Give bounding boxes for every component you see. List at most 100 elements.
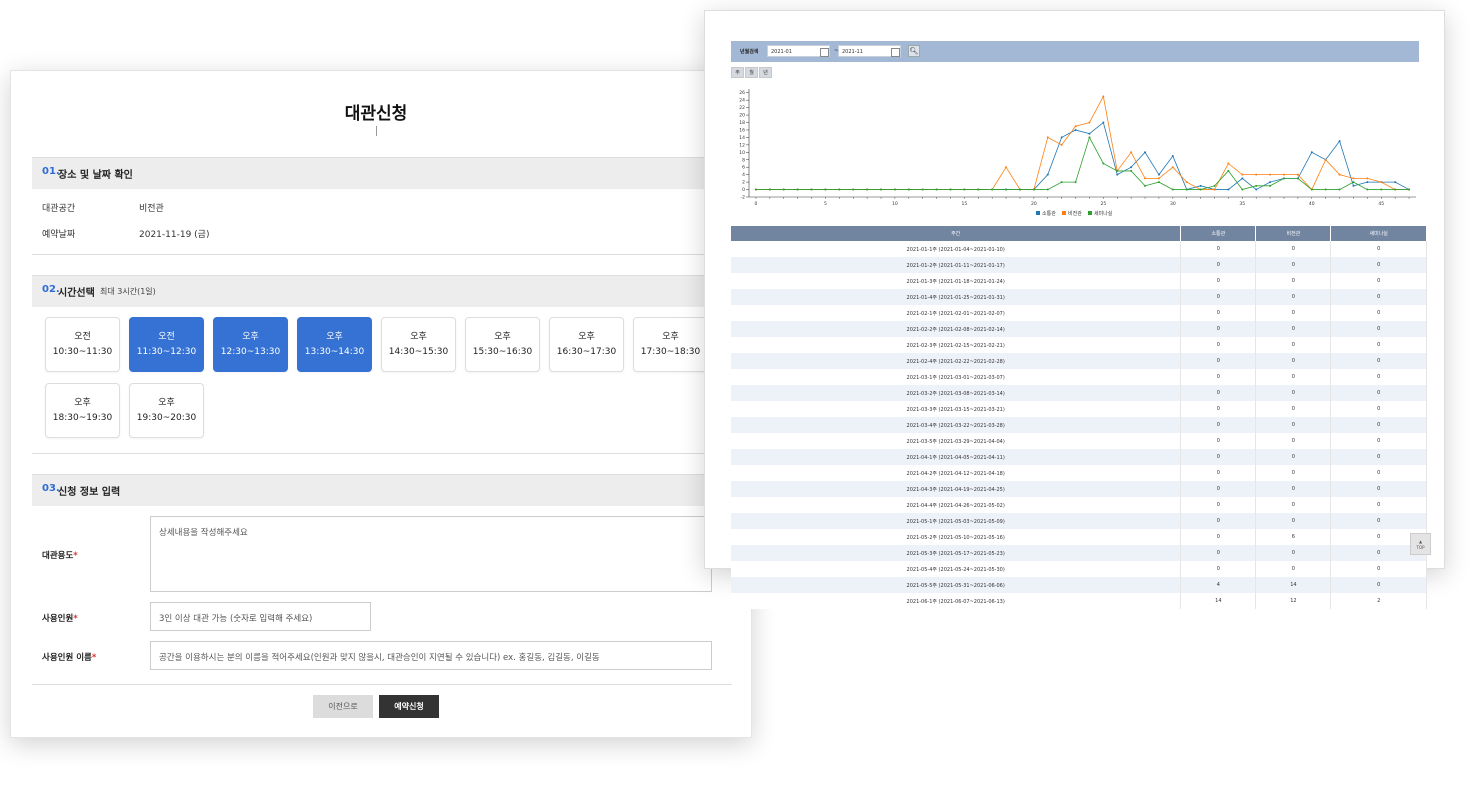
time-slot[interactable]: 오후 16:30~17:30: [549, 317, 624, 372]
table-cell: 6: [1255, 529, 1332, 545]
to-date-input[interactable]: 2021-11: [838, 45, 901, 57]
data-point: [935, 188, 938, 191]
x-tick-label: 5: [824, 201, 827, 207]
date-search-bar: 년월검색 2021-01 ~ 2021-11 🔍︎: [731, 41, 1419, 62]
calendar-icon[interactable]: [891, 48, 900, 57]
table-row: 2021-05-5주 (2021-05-31~2021-06-06) 4 14 0: [731, 577, 1427, 593]
table-cell: 0: [1330, 465, 1427, 481]
data-point: [1157, 177, 1160, 180]
table-cell: 0: [1255, 369, 1332, 385]
data-point: [1366, 181, 1369, 184]
data-point: [1241, 173, 1244, 176]
table-row: 2021-01-1주 (2021-01-04~2021-01-10) 0 0 0: [731, 241, 1427, 257]
table-cell: 0: [1330, 449, 1427, 465]
table-cell: 0: [1255, 465, 1332, 481]
legend-swatch: [1088, 211, 1092, 215]
y-tick-label: 14: [739, 135, 745, 141]
data-point: [1060, 143, 1063, 146]
table-cell: 0: [1330, 417, 1427, 433]
scroll-top-button[interactable]: ▲ TOP: [1410, 533, 1431, 555]
table-cell: 0: [1330, 401, 1427, 417]
data-point: [1185, 181, 1188, 184]
x-tick-label: 40: [1309, 201, 1315, 207]
y-tick-label: 10: [739, 150, 745, 156]
time-slot-period: 오후: [158, 398, 175, 408]
data-point: [1366, 188, 1369, 191]
reservation-form-panel: 대관신청 01. 장소 및 날짜 확인 대관공간 비전관 예약날짜 2021-1…: [10, 70, 752, 738]
table-cell: 0: [1255, 305, 1332, 321]
table-cell: 0: [1180, 273, 1257, 289]
series-line-2: [755, 136, 1410, 191]
time-slot[interactable]: 오후 15:30~16:30: [465, 317, 540, 372]
submit-button[interactable]: 예약신청: [379, 695, 439, 718]
data-point: [1018, 188, 1021, 191]
tab-week[interactable]: 주: [731, 67, 744, 78]
data-point: [1088, 136, 1091, 139]
tab-month[interactable]: 월: [745, 67, 758, 78]
table-cell: 0: [1180, 305, 1257, 321]
data-point: [1255, 173, 1258, 176]
purpose-textarea[interactable]: 상세내용을 작성해주세요: [150, 516, 712, 592]
table-cell: 0: [1180, 449, 1257, 465]
data-point: [1269, 181, 1272, 184]
data-point: [1394, 181, 1397, 184]
table-cell: 2021-02-1주 (2021-02-01~2021-02-07): [731, 305, 1182, 321]
table-cell: 4: [1180, 577, 1257, 593]
data-point: [907, 188, 910, 191]
table-cell: 2021-05-3주 (2021-05-17~2021-05-23): [731, 545, 1182, 561]
from-date-input[interactable]: 2021-01: [767, 45, 830, 57]
table-cell: 0: [1330, 433, 1427, 449]
tab-year[interactable]: 년: [759, 67, 772, 78]
time-slot[interactable]: 오후 14:30~15:30: [381, 317, 456, 372]
table-row: 2021-03-4주 (2021-03-22~2021-03-28) 0 0 0: [731, 417, 1427, 433]
table-cell: 2021-03-2주 (2021-03-08~2021-03-14): [731, 385, 1182, 401]
search-icon[interactable]: 🔍︎: [908, 45, 920, 57]
prev-button[interactable]: 이전으로: [313, 695, 373, 718]
time-slot[interactable]: 오후 19:30~20:30: [129, 383, 204, 438]
date-label: 예약날짜: [42, 230, 76, 240]
names-input[interactable]: 공간을 이용하시는 분의 이름을 적어주세요(인원과 맞지 않을시, 대관승인이…: [150, 641, 712, 670]
data-point: [1046, 188, 1049, 191]
data-point: [1060, 181, 1063, 184]
data-point: [1074, 128, 1077, 131]
table-cell: 2021-04-2주 (2021-04-12~2021-04-18): [731, 465, 1182, 481]
data-point: [1255, 188, 1258, 191]
section-applicant-info: 03. 신청 정보 입력: [32, 474, 732, 506]
data-point: [1130, 166, 1133, 169]
table-cell: 2021-05-1주 (2021-05-03~2021-05-09): [731, 513, 1182, 529]
time-slot[interactable]: 오후 12:30~13:30: [213, 317, 288, 372]
table-header-cell: 비전관: [1255, 226, 1332, 241]
time-slot[interactable]: 오후 18:30~19:30: [45, 383, 120, 438]
time-slot[interactable]: 오전 10:30~11:30: [45, 317, 120, 372]
table-row: 2021-03-5주 (2021-03-29~2021-04-04) 0 0 0: [731, 433, 1427, 449]
table-row: 2021-02-3주 (2021-02-15~2021-02-21) 0 0 0: [731, 337, 1427, 353]
data-point: [768, 188, 771, 191]
table-cell: 2021-04-4주 (2021-04-26~2021-05-02): [731, 497, 1182, 513]
data-point: [1005, 188, 1008, 191]
table-cell: 0: [1330, 369, 1427, 385]
table-cell: 0: [1255, 289, 1332, 305]
time-slot[interactable]: 오후 13:30~14:30: [297, 317, 372, 372]
table-cell: 2021-06-1주 (2021-06-07~2021-06-13): [731, 593, 1182, 609]
count-input[interactable]: 3인 이상 대관 가능 (숫자로 입력해 주세요): [150, 602, 371, 631]
y-tick-label: 20: [739, 113, 745, 119]
table-header-cell: 새미나실: [1330, 226, 1427, 241]
table-cell: 2021-05-5주 (2021-05-31~2021-06-06): [731, 577, 1182, 593]
data-point: [852, 188, 855, 191]
table-cell: 0: [1255, 449, 1332, 465]
table-row: 2021-03-2주 (2021-03-08~2021-03-14) 0 0 0: [731, 385, 1427, 401]
table-row: 2021-01-3주 (2021-01-18~2021-01-24) 0 0 0: [731, 273, 1427, 289]
time-slot[interactable]: 오후 17:30~18:30: [633, 317, 708, 372]
table-cell: 2021-03-4주 (2021-03-22~2021-03-28): [731, 417, 1182, 433]
time-slot[interactable]: 오전 11:30~12:30: [129, 317, 204, 372]
section-subtitle: 최대 3시간(1일): [100, 287, 156, 296]
table-cell: 14: [1255, 577, 1332, 593]
table-cell: 2021-04-3주 (2021-04-19~2021-04-25): [731, 481, 1182, 497]
series-line-0: [755, 121, 1410, 191]
calendar-icon[interactable]: [820, 48, 829, 57]
y-tick-label: 18: [739, 120, 745, 126]
table-cell: 0: [1330, 385, 1427, 401]
data-point: [1144, 151, 1147, 154]
data-point: [1032, 188, 1035, 191]
data-point: [880, 188, 883, 191]
